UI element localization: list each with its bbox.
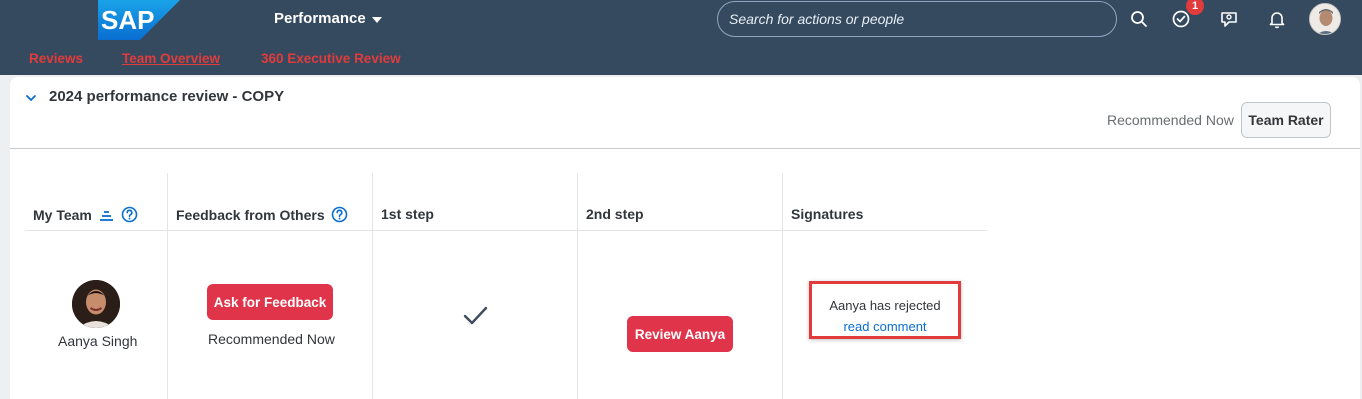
recommended-label: Recommended Now: [1107, 112, 1234, 128]
signature-status: Aanya has rejected: [829, 298, 941, 313]
team-member-photo[interactable]: [72, 280, 120, 328]
bell-icon[interactable]: [1266, 8, 1288, 30]
feedback-icon[interactable]: [1218, 8, 1240, 30]
search-icon[interactable]: [1128, 8, 1150, 30]
caret-down-icon: [371, 16, 382, 23]
section-divider: [10, 148, 1360, 149]
header-my-team: My Team: [33, 206, 138, 223]
column-divider: [782, 173, 783, 399]
sub-navigation: Reviews Team Overview 360 Executive Revi…: [0, 40, 1362, 75]
nav-360-executive-review[interactable]: 360 Executive Review: [261, 51, 401, 66]
column-divider: [577, 173, 578, 399]
header-feedback: Feedback from Others: [176, 206, 348, 223]
read-comment-link[interactable]: read comment: [812, 319, 958, 334]
header-2nd-step: 2nd step: [586, 206, 644, 222]
user-avatar-image: [1310, 4, 1340, 34]
help-icon[interactable]: [331, 206, 348, 223]
review-panel: 2024 performance review - COPY Recommend…: [10, 77, 1360, 399]
ask-for-feedback-button[interactable]: Ask for Feedback: [207, 284, 333, 320]
header-1st-step: 1st step: [381, 206, 434, 222]
header-feedback-label: Feedback from Others: [176, 206, 325, 223]
column-divider: [167, 173, 168, 399]
sort-icon[interactable]: [98, 208, 115, 222]
chevron-down-icon[interactable]: [25, 93, 37, 103]
nav-reviews[interactable]: Reviews: [29, 51, 83, 66]
search-field[interactable]: [717, 1, 1117, 37]
section-title: 2024 performance review - COPY: [49, 88, 285, 105]
search-input[interactable]: [718, 2, 1116, 36]
sap-logo-text: SAP: [101, 5, 154, 35]
app-title-menu[interactable]: Performance: [274, 10, 382, 27]
app-title: Performance: [274, 10, 366, 27]
column-divider: [372, 173, 373, 399]
feedback-status: Recommended Now: [208, 331, 335, 347]
user-avatar[interactable]: [1309, 3, 1341, 35]
help-icon[interactable]: [121, 206, 138, 223]
nav-team-overview[interactable]: Team Overview: [122, 51, 220, 66]
team-member-photo-image: [72, 280, 120, 328]
header-signatures: Signatures: [791, 206, 864, 222]
shell-bar: SAP Performance 1: [0, 0, 1362, 40]
signature-status-highlight: Aanya has rejected read comment: [809, 281, 961, 339]
team-rater-button[interactable]: Team Rater: [1241, 102, 1331, 138]
team-member-name[interactable]: Aanya Singh: [58, 333, 137, 349]
header-divider: [25, 230, 987, 231]
header-my-team-label: My Team: [33, 206, 92, 223]
sap-logo[interactable]: SAP: [98, 0, 180, 40]
review-aanya-button[interactable]: Review Aanya: [627, 316, 733, 352]
notification-badge: 1: [1186, 0, 1204, 15]
checkmark-icon: [463, 306, 488, 325]
